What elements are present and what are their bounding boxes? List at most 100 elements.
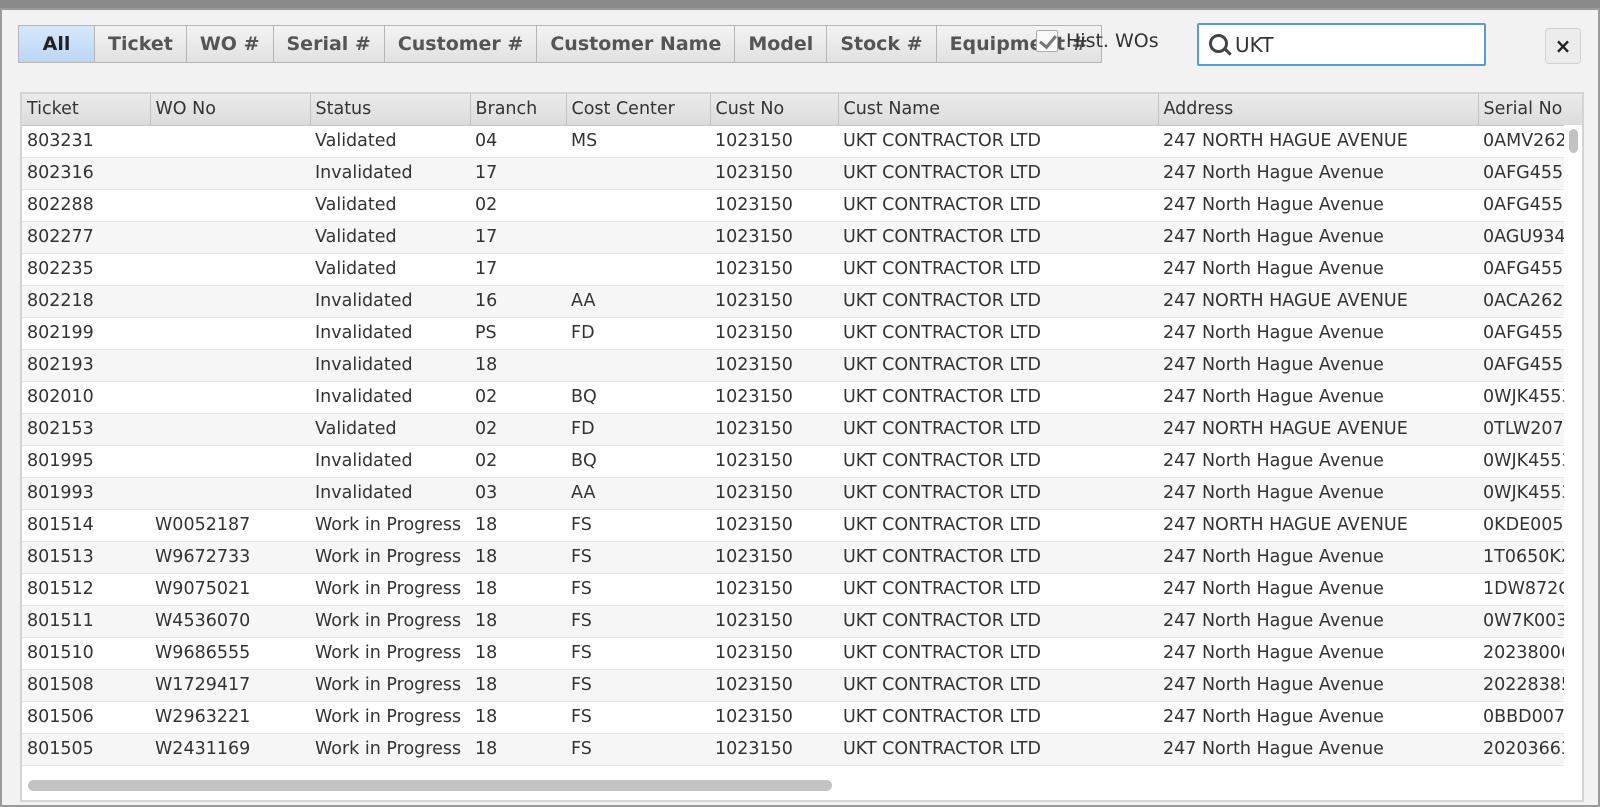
search-input[interactable]: [1235, 32, 1475, 57]
table-row[interactable]: 801505 W2431169 Work in Progress 18 FS 102315…: [22, 733, 1582, 766]
filter-customer-name-button[interactable]: Customer Name: [537, 26, 736, 62]
table-row[interactable]: 802235 Validated 17 1023150 UKT CONTRACTOR L…: [22, 253, 1582, 286]
table-cell: 1023150: [710, 669, 838, 702]
table-cell: [566, 349, 710, 382]
column-header[interactable]: Cost Center: [566, 94, 711, 126]
table-cell: 802235: [22, 253, 150, 286]
table-cell: UKT CONTRACTOR LTD: [838, 445, 1158, 478]
column-header[interactable]: Address: [1158, 94, 1479, 126]
table-cell: Validated: [310, 253, 470, 286]
table-cell: 1023150: [710, 349, 838, 382]
table-cell: 247 North Hague Avenue: [1158, 349, 1478, 382]
table-cell: UKT CONTRACTOR LTD: [838, 605, 1158, 638]
table-cell: UKT CONTRACTOR LTD: [838, 733, 1158, 766]
table-cell: 801511: [22, 605, 150, 638]
search-dialog: All Ticket WO # Serial # Customer # Customer …: [0, 8, 1600, 807]
table-row[interactable]: 802316 Invalidated 17 1023150 UKT CONTRACTOR…: [22, 157, 1582, 190]
table-cell: [566, 221, 710, 254]
table-cell: UKT CONTRACTOR LTD: [838, 349, 1158, 382]
table-cell: UKT CONTRACTOR LTD: [838, 285, 1158, 318]
table-row[interactable]: 802153 Validated 02 FD 1023150 UKT CONTRACTOR…: [22, 413, 1582, 446]
table-cell: UKT CONTRACTOR LTD: [838, 189, 1158, 222]
filter-stock-button[interactable]: Stock #: [827, 26, 937, 62]
table-cell: W4536070: [150, 605, 310, 638]
table-row[interactable]: 802288 Validated 02 1023150 UKT CONTRACTOR L…: [22, 189, 1582, 222]
table-cell: AA: [566, 477, 710, 510]
table-row[interactable]: 801508 W1729417 Work in Progress 18 FS 102315…: [22, 669, 1582, 702]
close-button[interactable]: ×: [1545, 28, 1581, 64]
table-cell: 17: [470, 221, 566, 254]
column-header[interactable]: Cust Name: [838, 94, 1159, 126]
column-header[interactable]: WO No: [150, 94, 311, 126]
table-cell: [150, 253, 310, 286]
table-cell: 247 North Hague Avenue: [1158, 221, 1478, 254]
table-row[interactable]: 801511 W4536070 Work in Progress 18 FS 102315…: [22, 605, 1582, 638]
table-cell: Validated: [310, 125, 470, 158]
table-cell: 247 North Hague Avenue: [1158, 253, 1478, 286]
column-header[interactable]: Branch: [470, 94, 567, 126]
table-cell: 247 North Hague Avenue: [1158, 381, 1478, 414]
filter-wo-button[interactable]: WO #: [186, 26, 274, 62]
table-cell: [150, 381, 310, 414]
table-row[interactable]: 803231 Validated 04 MS 1023150 UKT CONTRACTOR…: [22, 125, 1582, 158]
table-row[interactable]: 801506 W2963221 Work in Progress 18 FS 102315…: [22, 701, 1582, 734]
table-cell: 18: [470, 541, 566, 574]
table-row[interactable]: 801995 Invalidated 02 BQ 1023150 UKT CONTRACT…: [22, 445, 1582, 478]
filter-customer-number-button[interactable]: Customer #: [384, 26, 538, 62]
table-cell: FS: [566, 541, 710, 574]
table-cell: 1023150: [710, 605, 838, 638]
table-cell: UKT CONTRACTOR LTD: [838, 221, 1158, 254]
table-cell: 18: [470, 349, 566, 382]
table-cell: W2963221: [150, 701, 310, 734]
table-cell: 247 North Hague Avenue: [1158, 445, 1478, 478]
table-cell: Invalidated: [310, 445, 470, 478]
hist-wos-label: Hist. WOs: [1066, 30, 1159, 52]
table-cell: [150, 157, 310, 190]
hist-wos-toggle[interactable]: Hist. WOs: [1036, 30, 1159, 52]
vertical-scrollbar-thumb[interactable]: [1569, 129, 1578, 153]
horizontal-scrollbar[interactable]: [22, 770, 1564, 800]
table-cell: 247 NORTH HAGUE AVENUE: [1158, 125, 1478, 158]
column-header[interactable]: Serial No: [1478, 94, 1582, 126]
table-row[interactable]: 801513 W9672733 Work in Progress 18 FS 102315…: [22, 541, 1582, 574]
filter-all-button[interactable]: All: [19, 26, 95, 62]
table-row[interactable]: 801514 W0052187 Work in Progress 18 FS 102315…: [22, 509, 1582, 542]
table-row[interactable]: 802010 Invalidated 02 BQ 1023150 UKT CONTRACT…: [22, 381, 1582, 414]
table-cell: [566, 189, 710, 222]
table-cell: UKT CONTRACTOR LTD: [838, 125, 1158, 158]
vertical-scrollbar[interactable]: [1564, 125, 1582, 774]
table-row[interactable]: 801993 Invalidated 03 AA 1023150 UKT CONTRACT…: [22, 477, 1582, 510]
table-cell: FD: [566, 317, 710, 350]
table-cell: Invalidated: [310, 477, 470, 510]
table-cell: Work in Progress: [310, 605, 470, 638]
table-cell: 02: [470, 189, 566, 222]
table-cell: [150, 413, 310, 446]
table-row[interactable]: 802218 Invalidated 16 AA 1023150 UKT CONTRACT…: [22, 285, 1582, 318]
table-cell: 247 North Hague Avenue: [1158, 605, 1478, 638]
table-row[interactable]: 801510 W9686555 Work in Progress 18 FS 102315…: [22, 637, 1582, 670]
table-cell: UKT CONTRACTOR LTD: [838, 381, 1158, 414]
column-header[interactable]: Status: [310, 94, 471, 126]
horizontal-scrollbar-thumb[interactable]: [28, 780, 832, 791]
table-cell: 18: [470, 573, 566, 606]
table-cell: Invalidated: [310, 381, 470, 414]
table-row[interactable]: 802199 Invalidated PS FD 1023150 UKT CONTRACT…: [22, 317, 1582, 350]
table-cell: W9075021: [150, 573, 310, 606]
table-cell: Validated: [310, 413, 470, 446]
table-cell: [150, 189, 310, 222]
table-row[interactable]: 802193 Invalidated 18 1023150 UKT CONTRACTOR…: [22, 349, 1582, 382]
filter-ticket-button[interactable]: Ticket: [95, 26, 187, 62]
filter-serial-button[interactable]: Serial #: [273, 26, 385, 62]
search-field[interactable]: [1197, 23, 1486, 66]
column-header[interactable]: Cust No: [710, 94, 839, 126]
table-cell: UKT CONTRACTOR LTD: [838, 477, 1158, 510]
filter-model-button[interactable]: Model: [735, 26, 828, 62]
table-row[interactable]: 801512 W9075021 Work in Progress 18 FS 102315…: [22, 573, 1582, 606]
table-cell: 1023150: [710, 541, 838, 574]
column-header[interactable]: Ticket: [22, 94, 151, 126]
table-row[interactable]: 802277 Validated 17 1023150 UKT CONTRACTOR L…: [22, 221, 1582, 254]
table-cell: UKT CONTRACTOR LTD: [838, 637, 1158, 670]
table-cell: 18: [470, 605, 566, 638]
hist-wos-checkbox[interactable]: [1036, 30, 1058, 52]
table-cell: 247 North Hague Avenue: [1158, 701, 1478, 734]
